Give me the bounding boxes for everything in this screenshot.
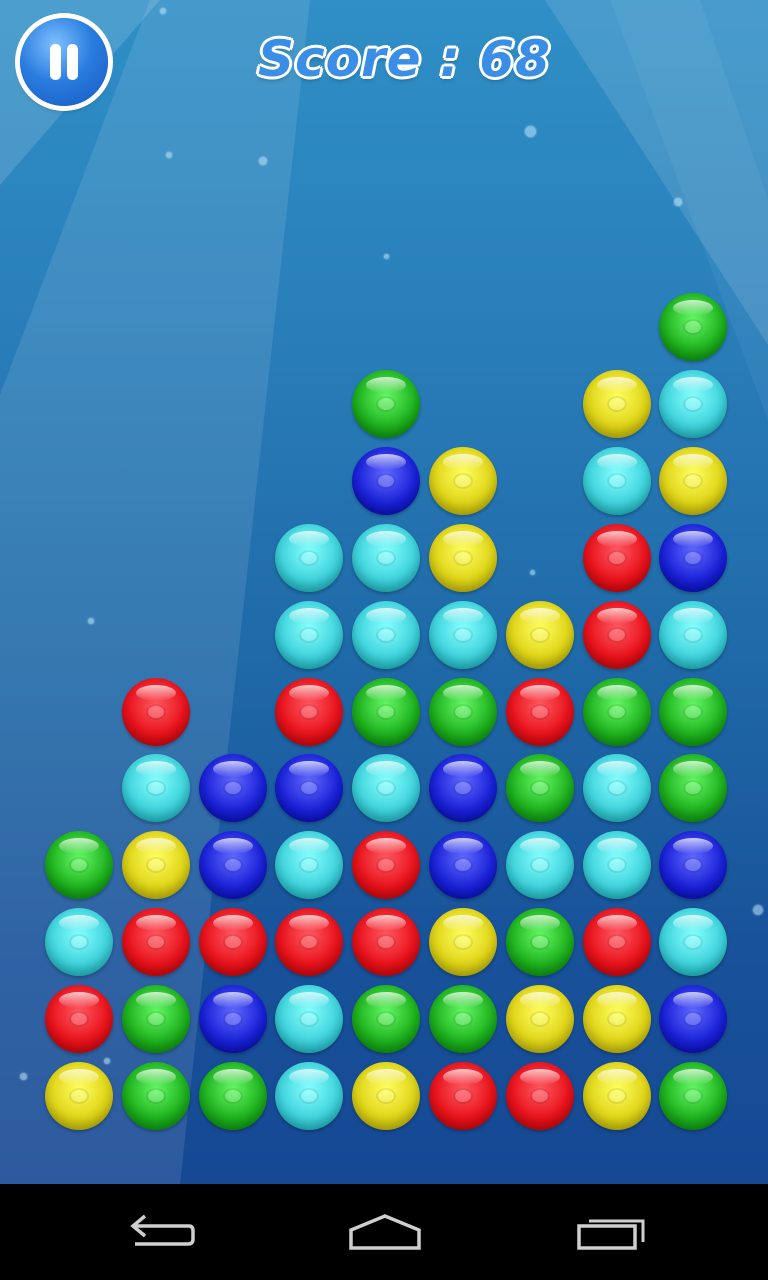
red-bubble[interactable] <box>429 1062 497 1130</box>
cyan-bubble[interactable] <box>275 601 343 669</box>
cyan-bubble[interactable] <box>429 601 497 669</box>
green-bubble[interactable] <box>199 1062 267 1130</box>
red-bubble[interactable] <box>583 601 651 669</box>
score-label: Score : 68 <box>258 30 551 88</box>
blue-bubble[interactable] <box>659 831 727 899</box>
cyan-bubble[interactable] <box>583 754 651 822</box>
cyan-bubble[interactable] <box>45 908 113 976</box>
green-bubble[interactable] <box>506 754 574 822</box>
green-bubble[interactable] <box>659 1062 727 1130</box>
red-bubble[interactable] <box>122 678 190 746</box>
blue-bubble[interactable] <box>352 447 420 515</box>
bubble-decoration <box>20 1073 27 1080</box>
yellow-bubble[interactable] <box>429 524 497 592</box>
bubble-decoration <box>88 618 94 624</box>
blue-bubble[interactable] <box>199 754 267 822</box>
yellow-bubble[interactable] <box>429 908 497 976</box>
cyan-bubble[interactable] <box>352 601 420 669</box>
bubble-decoration <box>530 570 535 575</box>
red-bubble[interactable] <box>45 985 113 1053</box>
red-bubble[interactable] <box>506 1062 574 1130</box>
yellow-bubble[interactable] <box>583 370 651 438</box>
yellow-bubble[interactable] <box>429 447 497 515</box>
green-bubble[interactable] <box>659 754 727 822</box>
green-bubble[interactable] <box>659 293 727 361</box>
android-navigation-bar <box>0 1184 768 1280</box>
bubble-decoration <box>674 198 682 206</box>
cyan-bubble[interactable] <box>275 524 343 592</box>
cyan-bubble[interactable] <box>659 601 727 669</box>
yellow-bubble[interactable] <box>352 1062 420 1130</box>
bubble-decoration <box>384 254 389 259</box>
cyan-bubble[interactable] <box>352 754 420 822</box>
yellow-bubble[interactable] <box>506 601 574 669</box>
recents-button[interactable] <box>540 1184 680 1280</box>
cyan-bubble[interactable] <box>275 985 343 1053</box>
cyan-bubble[interactable] <box>352 524 420 592</box>
bubble-decoration <box>104 1058 110 1064</box>
red-bubble[interactable] <box>275 908 343 976</box>
blue-bubble[interactable] <box>275 754 343 822</box>
bubble-decoration <box>753 905 763 915</box>
bubble-decoration <box>525 126 536 137</box>
yellow-bubble[interactable] <box>583 985 651 1053</box>
red-bubble[interactable] <box>506 678 574 746</box>
green-bubble[interactable] <box>352 370 420 438</box>
green-bubble[interactable] <box>429 985 497 1053</box>
red-bubble[interactable] <box>352 908 420 976</box>
cyan-bubble[interactable] <box>583 447 651 515</box>
yellow-bubble[interactable] <box>122 831 190 899</box>
bubble-decoration <box>160 8 166 14</box>
bubble-decoration <box>166 152 172 158</box>
cyan-bubble[interactable] <box>659 908 727 976</box>
home-button[interactable] <box>314 1184 454 1280</box>
green-bubble[interactable] <box>352 985 420 1053</box>
blue-bubble[interactable] <box>659 524 727 592</box>
cyan-bubble[interactable] <box>583 831 651 899</box>
yellow-bubble[interactable] <box>583 1062 651 1130</box>
green-bubble[interactable] <box>352 678 420 746</box>
blue-bubble[interactable] <box>199 985 267 1053</box>
red-bubble[interactable] <box>275 678 343 746</box>
blue-bubble[interactable] <box>429 754 497 822</box>
yellow-bubble[interactable] <box>659 447 727 515</box>
blue-bubble[interactable] <box>199 831 267 899</box>
blue-bubble[interactable] <box>659 985 727 1053</box>
green-bubble[interactable] <box>659 678 727 746</box>
red-bubble[interactable] <box>122 908 190 976</box>
green-bubble[interactable] <box>429 678 497 746</box>
back-icon <box>130 1214 195 1246</box>
back-button[interactable] <box>90 1184 230 1280</box>
cyan-bubble[interactable] <box>275 831 343 899</box>
red-bubble[interactable] <box>583 908 651 976</box>
yellow-bubble[interactable] <box>45 1062 113 1130</box>
green-bubble[interactable] <box>506 908 574 976</box>
green-bubble[interactable] <box>45 831 113 899</box>
blue-bubble[interactable] <box>429 831 497 899</box>
green-bubble[interactable] <box>122 1062 190 1130</box>
home-icon <box>349 1214 421 1250</box>
cyan-bubble[interactable] <box>659 370 727 438</box>
recents-icon <box>577 1219 645 1250</box>
green-bubble[interactable] <box>583 678 651 746</box>
red-bubble[interactable] <box>583 524 651 592</box>
red-bubble[interactable] <box>352 831 420 899</box>
red-bubble[interactable] <box>199 908 267 976</box>
cyan-bubble[interactable] <box>275 1062 343 1130</box>
bubble-decoration <box>259 157 267 165</box>
game-area: Score : 68 <box>0 0 768 1184</box>
cyan-bubble[interactable] <box>122 754 190 822</box>
cyan-bubble[interactable] <box>506 831 574 899</box>
yellow-bubble[interactable] <box>506 985 574 1053</box>
green-bubble[interactable] <box>122 985 190 1053</box>
pause-button[interactable] <box>20 18 108 106</box>
